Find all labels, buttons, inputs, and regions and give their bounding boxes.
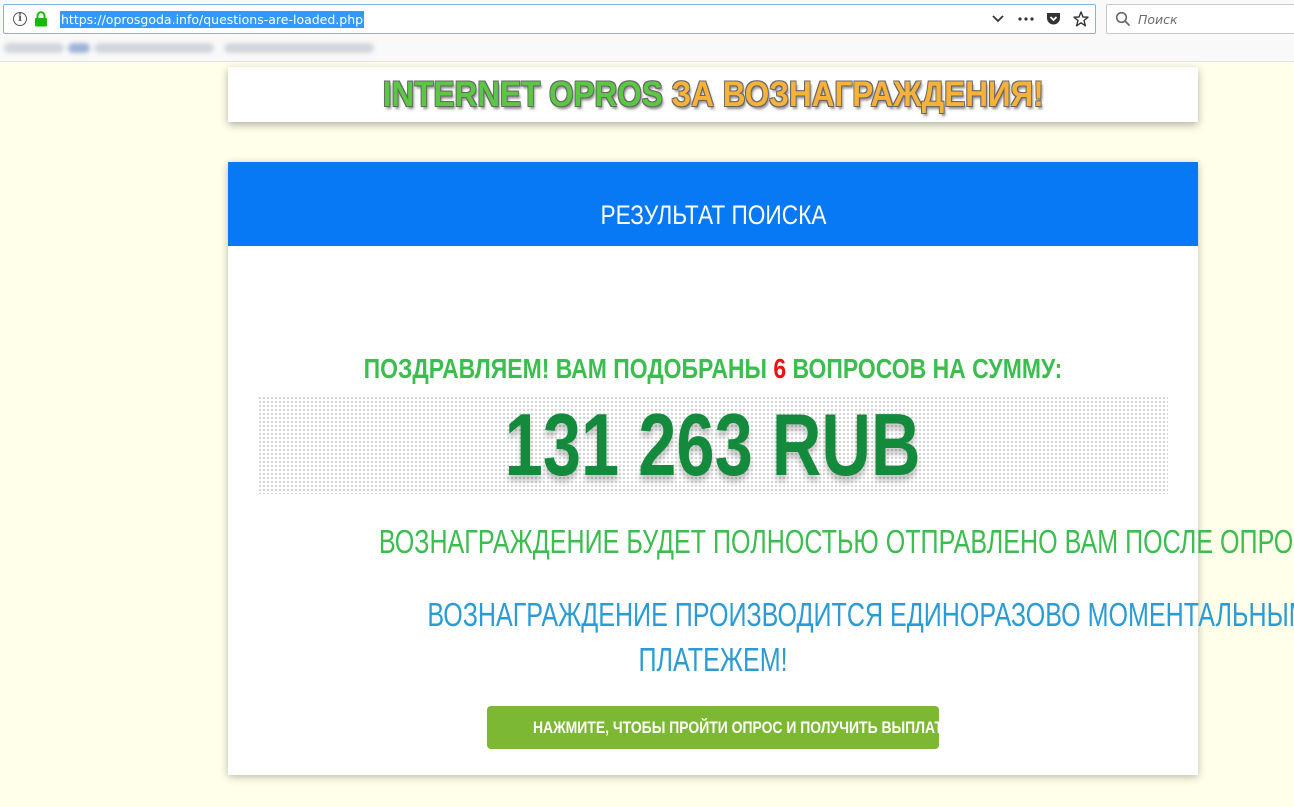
banner-title-part1: INTERNET OPROS — [382, 75, 672, 114]
card-header-title: РЕЗУЛЬТАТ ПОИСКА — [600, 200, 826, 230]
bookmark-item[interactable] — [94, 43, 214, 53]
chevron-down-icon[interactable] — [989, 10, 1007, 28]
congrats-suffix: ВОПРОСОВ НА СУММУ: — [786, 353, 1063, 384]
reward-sent-label: ВОЗНАГРАЖДЕНИЕ БУДЕТ ПОЛНОСТЬЮ ОТПРАВЛЕН… — [378, 523, 1294, 560]
reward-once-text: ВОЗНАГРАЖДЕНИЕ ПРОИЗВОДИТСЯ ЕДИНОРАЗОВО … — [288, 592, 1294, 682]
browser-toolbar: i https://oprosgoda.info/questions-are-l… — [0, 0, 1294, 62]
bookmark-item[interactable] — [4, 43, 64, 53]
url-bar[interactable]: i https://oprosgoda.info/questions-are-l… — [3, 4, 1096, 34]
result-card: РЕЗУЛЬТАТ ПОИСКА ПОЗДРАВЛЯЕМ! ВАМ ПОДОБР… — [228, 162, 1294, 775]
bookmark-item[interactable] — [68, 43, 90, 53]
take-survey-button[interactable]: НАЖМИТЕ, ЧТОБЫ ПРОЙТИ ОПРОС И ПОЛУЧИТЬ В… — [487, 706, 952, 749]
search-icon — [1115, 11, 1131, 27]
search-input[interactable]: Поиск — [1106, 4, 1294, 34]
more-icon[interactable] — [1017, 10, 1035, 28]
info-icon[interactable]: i — [13, 12, 27, 26]
banner-title: INTERNET OPROS ЗА ВОЗНАГРАЖДЕНИЯ! — [382, 67, 1043, 122]
pocket-icon[interactable] — [1044, 10, 1062, 28]
reward-once-line1: ВОЗНАГРАЖДЕНИЕ ПРОИЗВОДИТСЯ ЕДИНОРАЗОВО … — [427, 596, 1294, 633]
bookmark-item[interactable] — [224, 43, 374, 53]
banner-title-part2: ЗА ВОЗНАГРАЖДЕНИЯ! — [671, 75, 1044, 114]
star-icon[interactable] — [1072, 10, 1090, 28]
bookmarks-bar — [0, 38, 380, 58]
url-text[interactable]: https://oprosgoda.info/questions-are-loa… — [60, 11, 365, 28]
lock-icon[interactable] — [34, 11, 48, 27]
take-survey-label: НАЖМИТЕ, ЧТОБЫ ПРОЙТИ ОПРОС И ПОЛУЧИТЬ В… — [532, 718, 952, 737]
reward-sent-text: ВОЗНАГРАЖДЕНИЕ БУДЕТ ПОЛНОСТЬЮ ОТПРАВЛЕН… — [228, 522, 1294, 562]
search-placeholder: Поиск — [1138, 12, 1178, 27]
header-banner: INTERNET OPROS ЗА ВОЗНАГРАЖДЕНИЯ! — [228, 67, 1198, 122]
card-header: РЕЗУЛЬТАТ ПОИСКА — [228, 162, 1198, 246]
congrats-text: ПОЗДРАВЛЯЕМ! ВАМ ПОДОБРАНЫ 6 ВОПРОСОВ НА… — [228, 352, 1198, 386]
question-count: 6 — [773, 353, 787, 384]
reward-once-line2: ПЛАТЕЖЕМ! — [638, 641, 788, 678]
amount-box: 131 263 RUB — [258, 396, 1168, 494]
reward-amount: 131 263 RUB — [505, 395, 921, 494]
congrats-prefix: ПОЗДРАВЛЯЕМ! ВАМ ПОДОБРАНЫ — [363, 353, 774, 384]
